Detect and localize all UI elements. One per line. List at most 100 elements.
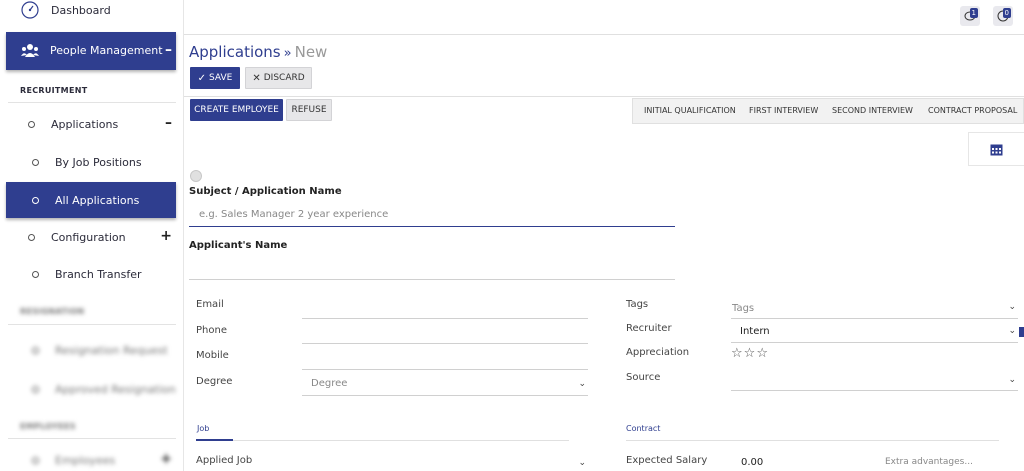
collapse-icon[interactable]: – [165, 115, 172, 131]
tags-label: Tags [626, 299, 649, 310]
stage-initial-qualification[interactable]: INITIAL QUALIFICATION [644, 106, 736, 115]
email-field[interactable] [302, 318, 588, 319]
divider [8, 102, 176, 103]
check-icon: ✓ [197, 72, 207, 84]
degree-select-value: Degree [311, 378, 348, 389]
sidebar-item-approved-resignation[interactable]: Approved Resignation [0, 379, 184, 399]
refuse-button[interactable]: REFUSE [286, 99, 332, 121]
sidebar-item-resignation-request-label: Resignation Request [55, 344, 168, 357]
source-underline [731, 390, 1018, 391]
sidebar-item-dashboard-label: Dashboard [51, 4, 111, 17]
sidebar-item-approved-resignation-label: Approved Resignation [55, 383, 176, 396]
calendar-button[interactable] [968, 132, 1024, 166]
sidebar-item-by-job-positions[interactable]: By Job Positions [0, 152, 184, 172]
star-icon[interactable]: ☆ [756, 346, 769, 361]
collapse-icon[interactable]: – [165, 42, 172, 58]
chevron-down-icon: ⌄ [1008, 302, 1016, 312]
divider [8, 324, 176, 325]
tab-contract[interactable]: Contract [626, 424, 660, 433]
people-icon [21, 43, 39, 62]
sidebar-item-dashboard[interactable]: Dashboard [0, 0, 184, 22]
kanban-state-icon[interactable] [190, 170, 202, 182]
mobile-label: Mobile [196, 350, 229, 361]
expand-icon[interactable]: + [160, 228, 172, 244]
sidebar-item-resignation-request[interactable]: Resignation Request [0, 340, 184, 360]
stage-contract-proposal[interactable]: CONTRACT PROPOSAL [928, 106, 1017, 115]
stage-bar: INITIAL QUALIFICATION FIRST INTERVIEW SE… [632, 98, 1024, 124]
tab-job[interactable]: Job [197, 424, 209, 433]
star-icon[interactable]: ☆ [744, 346, 757, 361]
degree-select[interactable]: Degree ⌄ [302, 373, 588, 395]
section-recruitment: RECRUITMENT [20, 86, 88, 95]
save-button[interactable]: ✓ SAVE [190, 67, 240, 89]
close-icon: ✕ [252, 72, 261, 84]
breadcrumb: Applications» New [189, 43, 327, 61]
discard-button-label: DISCARD [263, 73, 305, 83]
topbar: 1 0 [184, 0, 1024, 35]
subject-label: Subject / Application Name [189, 186, 342, 197]
star-icon[interactable]: ☆ [731, 346, 744, 361]
expand-icon[interactable]: + [160, 451, 172, 467]
expected-salary-field[interactable]: 0.00 [741, 457, 763, 468]
sidebar-item-people-management-label: People Management [50, 44, 163, 57]
sidebar-item-applications[interactable]: Applications – [0, 114, 184, 134]
sidebar-item-applications-label: Applications [51, 118, 119, 131]
tab-job-underline [196, 440, 569, 441]
refuse-button-label: REFUSE [291, 105, 327, 115]
divider [8, 438, 176, 439]
sidebar-item-employees[interactable]: Employees + [0, 450, 184, 470]
chevron-down-icon: ⌄ [578, 379, 586, 389]
chevron-down-icon: ⌄ [1008, 326, 1016, 336]
email-label: Email [196, 299, 224, 310]
chevron-down-icon: ⌄ [1008, 375, 1016, 385]
mobile-field[interactable] [302, 369, 588, 370]
appreciation-stars: ☆☆☆ [731, 346, 769, 361]
sidebar-item-configuration[interactable]: Configuration + [0, 227, 184, 247]
sidebar-item-branch-transfer-label: Branch Transfer [55, 268, 142, 281]
source-label: Source [626, 372, 661, 383]
extra-advantages-field[interactable]: Extra advantages... [885, 457, 973, 467]
sidebar-item-all-applications-label: All Applications [55, 194, 140, 207]
chevron-down-icon: ⌄ [578, 458, 586, 468]
source-select[interactable]: ⌄ [731, 372, 1018, 390]
section-employees: EMPLOYEES [20, 422, 76, 431]
divider [184, 96, 1024, 97]
tags-select[interactable]: Tags ⌄ [731, 300, 1018, 318]
sidebar: Dashboard People Management – RECRUITMEN… [0, 0, 184, 471]
applied-job-select[interactable]: ⌄ [302, 456, 588, 471]
recruiter-underline [731, 342, 1018, 343]
phone-field[interactable] [302, 343, 588, 344]
circle-bullet-icon [32, 271, 39, 278]
create-employee-button[interactable]: CREATE EMPLOYEE [190, 99, 283, 121]
sidebar-item-people-management[interactable]: People Management – [6, 32, 176, 70]
breadcrumb-current: New [294, 43, 328, 61]
activities-button[interactable]: 0 [993, 6, 1013, 26]
tab-job-active-indicator [196, 439, 233, 441]
recruiter-label: Recruiter [626, 323, 672, 334]
tags-underline [731, 318, 1018, 319]
calendar-icon [990, 144, 1003, 155]
tags-select-value: Tags [732, 303, 755, 314]
subject-input-underline [189, 226, 675, 227]
create-employee-button-label: CREATE EMPLOYEE [194, 105, 279, 115]
appreciation-label: Appreciation [626, 347, 690, 358]
save-button-label: SAVE [209, 73, 233, 83]
applicant-name-label: Applicant's Name [189, 240, 288, 251]
circle-bullet-icon [32, 386, 39, 393]
breadcrumb-parent[interactable]: Applications [189, 43, 281, 61]
recruiter-select[interactable]: Intern ⌄ [731, 322, 1018, 342]
stage-first-interview[interactable]: FIRST INTERVIEW [749, 106, 818, 115]
applicant-name-input[interactable] [189, 279, 675, 280]
discard-button[interactable]: ✕ DISCARD [245, 67, 312, 89]
stage-second-interview[interactable]: SECOND INTERVIEW [832, 106, 913, 115]
external-link-icon[interactable] [1019, 327, 1024, 337]
messages-button[interactable]: 1 [960, 6, 980, 26]
phone-label: Phone [196, 325, 227, 336]
sidebar-item-branch-transfer[interactable]: Branch Transfer [0, 264, 184, 284]
circle-bullet-icon [32, 347, 39, 354]
sidebar-item-by-job-positions-label: By Job Positions [55, 156, 142, 169]
sidebar-item-configuration-label: Configuration [51, 231, 126, 244]
sidebar-item-all-applications[interactable]: All Applications [6, 182, 176, 218]
recruiter-select-value: Intern [740, 326, 770, 337]
subject-input[interactable]: e.g. Sales Manager 2 year experience [199, 209, 388, 220]
